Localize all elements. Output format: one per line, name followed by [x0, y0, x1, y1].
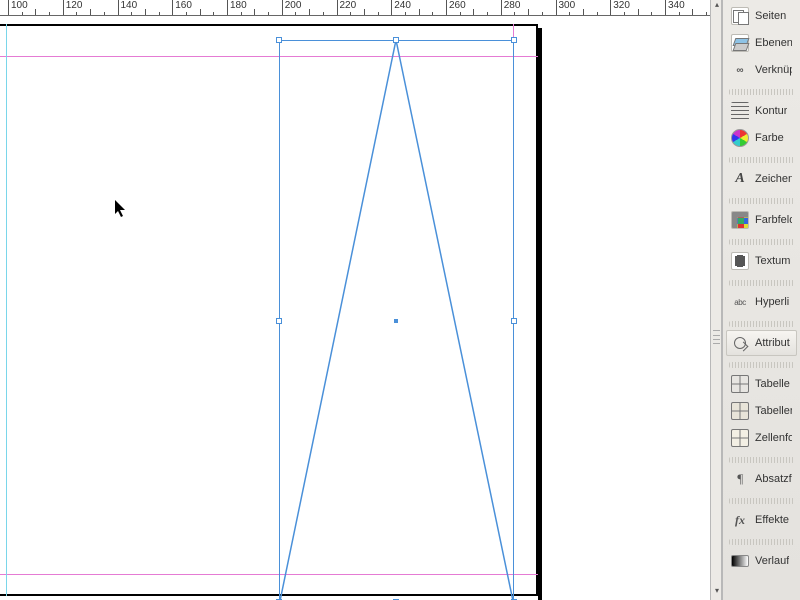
- panel-farbfeld[interactable]: Farbfeld: [726, 207, 797, 233]
- selection-center: [394, 319, 398, 323]
- canvas-area[interactable]: [0, 16, 710, 600]
- panel-seiten[interactable]: Seiten: [726, 3, 797, 29]
- panel-label: Absatzf: [755, 473, 792, 485]
- attribute-icon: [731, 334, 749, 352]
- panel-group-1: Seiten Ebenen ∞ Verknüpf: [726, 3, 797, 83]
- dock-scrollbar[interactable]: ▴ ▾: [710, 0, 722, 600]
- ruler-horizontal[interactable]: 1001201401601802002202402602803003203403…: [0, 0, 710, 16]
- panel-separator: [729, 498, 794, 504]
- swatch-icon: [731, 211, 749, 229]
- fx-icon: fx: [731, 511, 749, 529]
- panel-group-2: Kontur Farbe: [726, 98, 797, 151]
- textwrap-icon: [731, 252, 749, 270]
- panel-separator: [729, 89, 794, 95]
- panel-group-3: A Zeichen: [726, 166, 797, 192]
- panel-group-7: Attribut: [726, 330, 797, 356]
- panel-absatzf[interactable]: ¶ Absatzf: [726, 466, 797, 492]
- panel-label: Textum: [755, 255, 790, 267]
- panel-label: Farbfeld: [755, 214, 792, 226]
- page-shadow: [538, 28, 542, 600]
- char-icon: A: [731, 170, 749, 188]
- panel-verknuepf[interactable]: ∞ Verknüpf: [726, 57, 797, 83]
- panel-group-8: Tabelle Tabellen Zellenfo: [726, 371, 797, 451]
- panel-label: Seiten: [755, 10, 786, 22]
- margin-guide-bottom: [0, 574, 538, 575]
- cell-styles-icon: [731, 429, 749, 447]
- panel-tabelle[interactable]: Tabelle: [726, 371, 797, 397]
- panel-group-5: Textum: [726, 248, 797, 274]
- selection-handle-tr[interactable]: [511, 37, 517, 43]
- panel-label: Farbe: [755, 132, 784, 144]
- panel-farbe[interactable]: Farbe: [726, 125, 797, 151]
- panel-kontur[interactable]: Kontur: [726, 98, 797, 124]
- panel-group-4: Farbfeld: [726, 207, 797, 233]
- panel-label: Kontur: [755, 105, 787, 117]
- panel-effekte[interactable]: fx Effekte: [726, 507, 797, 533]
- panel-label: Verknüpf: [755, 64, 792, 76]
- selection-handle-tl[interactable]: [276, 37, 282, 43]
- panel-group-6: abc Hyperli: [726, 289, 797, 315]
- color-icon: [731, 129, 749, 147]
- selection-handle-ml[interactable]: [276, 318, 282, 324]
- column-guide: [6, 24, 7, 596]
- panel-group-10: fx Effekte: [726, 507, 797, 533]
- app-root: 1001201401601802002202402602803003203403…: [0, 0, 800, 600]
- panel-group-11: Verlauf: [726, 548, 797, 574]
- panel-separator: [729, 457, 794, 463]
- panel-dock: Seiten Ebenen ∞ Verknüpf Kontur Farbe: [722, 0, 800, 600]
- gradient-icon: [731, 555, 749, 567]
- panel-label: Ebenen: [755, 37, 792, 49]
- panel-ebenen[interactable]: Ebenen: [726, 30, 797, 56]
- panel-textum[interactable]: Textum: [726, 248, 797, 274]
- links-icon: ∞: [731, 61, 749, 79]
- panel-separator: [729, 239, 794, 245]
- panel-label: Attribut: [755, 337, 790, 349]
- panel-label: Verlauf: [755, 555, 789, 567]
- panel-group-9: ¶ Absatzf: [726, 466, 797, 492]
- panel-separator: [729, 280, 794, 286]
- selection-handle-mr[interactable]: [511, 318, 517, 324]
- stroke-icon: [731, 102, 749, 120]
- para-style-icon: ¶: [731, 470, 749, 488]
- pages-icon: [731, 7, 749, 25]
- panel-separator: [729, 198, 794, 204]
- panel-zellenfo[interactable]: Zellenfo: [726, 425, 797, 451]
- dock-grip-icon[interactable]: [713, 330, 720, 344]
- selection-handle-tm[interactable]: [393, 37, 399, 43]
- panel-verlauf[interactable]: Verlauf: [726, 548, 797, 574]
- document-page[interactable]: [0, 24, 538, 596]
- panel-tabellen[interactable]: Tabellen: [726, 398, 797, 424]
- panel-label: Hyperli: [755, 296, 789, 308]
- panel-zeichen[interactable]: A Zeichen: [726, 166, 797, 192]
- panel-separator: [729, 539, 794, 545]
- panel-separator: [729, 362, 794, 368]
- panel-hyperlink[interactable]: abc Hyperli: [726, 289, 797, 315]
- panel-separator: [729, 321, 794, 327]
- table-icon: [731, 375, 749, 393]
- panel-separator: [729, 157, 794, 163]
- table-styles-icon: [731, 402, 749, 420]
- panel-label: Zellenfo: [755, 432, 792, 444]
- hyperlink-icon: abc: [731, 293, 749, 311]
- layers-icon: [731, 34, 749, 52]
- panel-label: Effekte: [755, 514, 789, 526]
- panel-label: Tabelle: [755, 378, 790, 390]
- margin-guide-top: [0, 56, 538, 57]
- panel-label: Tabellen: [755, 405, 792, 417]
- panel-label: Zeichen: [755, 173, 792, 185]
- panel-attribute[interactable]: Attribut: [726, 330, 797, 356]
- margin-guide-right: [513, 24, 514, 596]
